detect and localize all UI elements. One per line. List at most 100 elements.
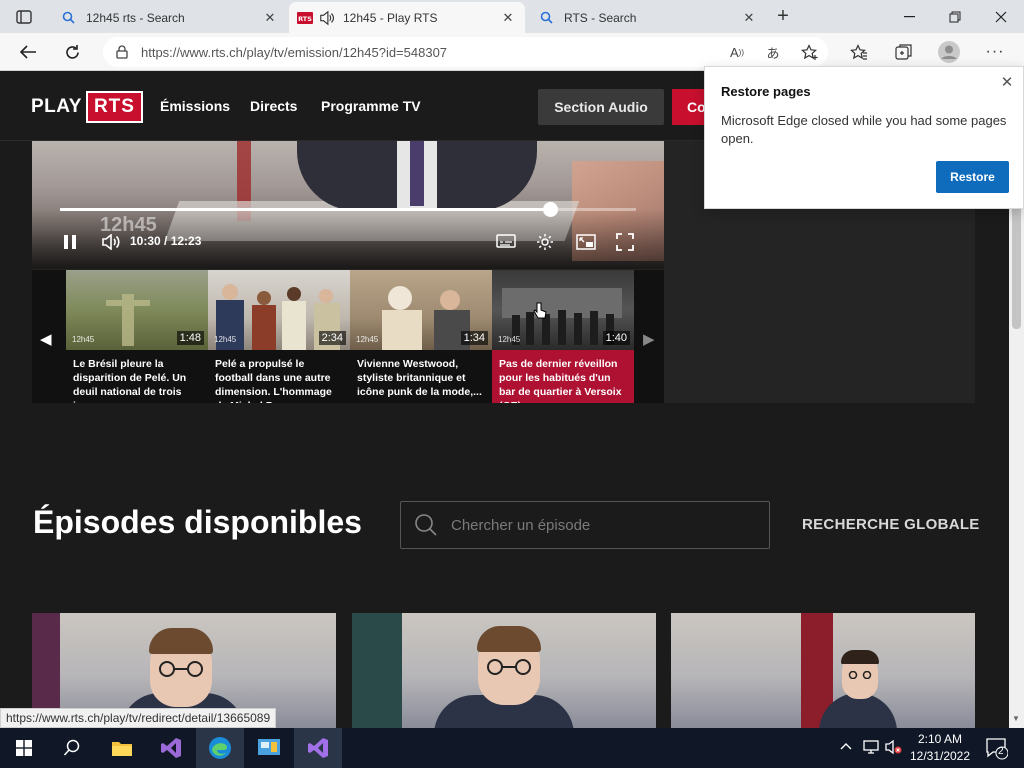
glasses-icon bbox=[848, 671, 872, 679]
nav-directs[interactable]: Directs bbox=[250, 98, 297, 114]
close-tab-icon[interactable]: ✕ bbox=[499, 10, 517, 26]
section-audio-button[interactable]: Section Audio bbox=[538, 89, 664, 125]
video-thumbnail: 12h45 2:34 bbox=[208, 270, 350, 350]
channel-badge-icon: 12h45 bbox=[356, 335, 379, 344]
duration-badge: 2:34 bbox=[318, 331, 346, 345]
file-explorer-icon[interactable] bbox=[98, 728, 146, 768]
popup-message: Microsoft Edge closed while you had some… bbox=[721, 113, 1007, 146]
global-search-link[interactable]: RECHERCHE GLOBALE bbox=[802, 516, 980, 533]
notification-count: 2 bbox=[998, 746, 1004, 757]
video-frame[interactable]: 12h45 bbox=[32, 141, 664, 269]
channel-badge-icon: 12h45 bbox=[214, 335, 237, 344]
carousel-card[interactable]: 12h45 1:34 Vivienne Westwood, styliste b… bbox=[350, 270, 492, 403]
restore-button[interactable]: Restore bbox=[936, 161, 1009, 193]
pause-icon[interactable] bbox=[62, 233, 78, 251]
search-icon bbox=[60, 10, 76, 26]
tab-actions-icon[interactable] bbox=[8, 5, 40, 29]
nav-programme-tv[interactable]: Programme TV bbox=[321, 98, 421, 114]
settings-more-icon[interactable]: ··· bbox=[983, 40, 1007, 64]
video-thumbnail: 12h45 1:48 bbox=[66, 270, 208, 350]
carousel-caption: Le Brésil pleure la disparition de Pelé.… bbox=[66, 350, 208, 403]
picture-in-picture-icon[interactable] bbox=[575, 233, 597, 251]
volume-icon[interactable] bbox=[100, 233, 122, 251]
logo-play-text: PLAY bbox=[31, 96, 82, 117]
tab-search-12h45[interactable]: 12h45 rts - Search ✕ bbox=[52, 2, 287, 33]
tab-play-rts[interactable]: RTS 12h45 - Play RTS ✕ bbox=[289, 2, 525, 33]
subtitles-icon[interactable] bbox=[495, 233, 517, 251]
lock-icon[interactable] bbox=[103, 45, 141, 59]
restore-pages-popup: Restore pages ✕ Microsoft Edge closed wh… bbox=[704, 66, 1024, 209]
tab-title: 12h45 - Play RTS bbox=[343, 10, 438, 25]
nav-emissions[interactable]: Émissions bbox=[160, 98, 230, 114]
glasses-icon bbox=[159, 661, 203, 677]
scroll-down-icon[interactable]: ▼ bbox=[1012, 714, 1020, 723]
refresh-icon[interactable] bbox=[58, 38, 86, 66]
read-aloud-icon[interactable]: A)) bbox=[725, 41, 749, 63]
restore-window-icon[interactable] bbox=[932, 0, 978, 33]
minimize-icon[interactable] bbox=[886, 0, 932, 33]
presenter-figure bbox=[841, 650, 879, 664]
playback-time: 10:30 / 12:23 bbox=[130, 234, 202, 248]
popup-title: Restore pages bbox=[721, 84, 811, 99]
progress-bar[interactable] bbox=[60, 202, 636, 217]
back-arrow-icon[interactable] bbox=[14, 38, 42, 66]
fullscreen-icon[interactable] bbox=[615, 233, 635, 251]
episodes-heading: Épisodes disponibles bbox=[33, 504, 362, 540]
episode-card[interactable] bbox=[352, 613, 656, 728]
episode-search-input[interactable]: Chercher un épisode bbox=[400, 501, 770, 549]
search-placeholder: Chercher un épisode bbox=[451, 516, 591, 534]
episode-card[interactable] bbox=[671, 613, 975, 728]
hand-cursor-icon bbox=[533, 302, 547, 325]
logo-rts-text: RTS bbox=[85, 91, 143, 123]
control-panel-icon[interactable] bbox=[245, 728, 293, 768]
search-icon bbox=[538, 10, 554, 26]
video-thumbnail: 12h45 1:40 bbox=[492, 270, 634, 350]
carousel-prev-icon[interactable]: ◀ bbox=[40, 330, 52, 348]
network-icon[interactable] bbox=[862, 739, 880, 758]
channel-badge-icon: 12h45 bbox=[498, 335, 521, 344]
tab-rts-search[interactable]: RTS - Search ✕ bbox=[530, 2, 766, 33]
collections-icon[interactable] bbox=[892, 40, 916, 64]
address-bar[interactable]: https://www.rts.ch/play/tv/emission/12h4… bbox=[103, 37, 828, 67]
new-tab-plus-icon[interactable]: + bbox=[770, 4, 796, 28]
video-thumbnail: 12h45 1:34 bbox=[350, 270, 492, 350]
notifications-icon[interactable]: 2 bbox=[984, 736, 1009, 760]
carousel-card-active[interactable]: 12h45 1:40 Pas de dernier réveillon pour… bbox=[492, 270, 634, 403]
carousel-next-icon[interactable]: ▶ bbox=[643, 330, 655, 348]
play-rts-logo[interactable]: PLAY RTS bbox=[31, 91, 143, 123]
glasses-icon bbox=[487, 659, 531, 675]
address-url: https://www.rts.ch/play/tv/emission/12h4… bbox=[141, 44, 448, 60]
duration-badge: 1:48 bbox=[176, 331, 204, 345]
favorites-icon[interactable] bbox=[847, 40, 871, 64]
close-tab-icon[interactable]: ✕ bbox=[740, 10, 758, 26]
show-hidden-icons-icon[interactable] bbox=[840, 739, 852, 753]
clock-date: 12/31/2022 bbox=[909, 749, 971, 763]
search-icon bbox=[401, 513, 451, 537]
close-tab-icon[interactable]: ✕ bbox=[261, 10, 279, 26]
link-status-url: https://www.rts.ch/play/tv/redirect/deta… bbox=[0, 708, 277, 728]
visual-studio-icon[interactable] bbox=[147, 728, 195, 768]
add-favorite-icon[interactable] bbox=[798, 41, 822, 63]
svg-text:RTS: RTS bbox=[298, 15, 312, 23]
close-window-icon[interactable] bbox=[978, 0, 1024, 33]
audio-playing-icon[interactable] bbox=[319, 10, 335, 26]
duration-badge: 1:40 bbox=[602, 331, 630, 345]
volume-muted-icon[interactable] bbox=[884, 739, 902, 758]
tab-title: RTS - Search bbox=[564, 10, 637, 25]
edge-browser-icon[interactable] bbox=[196, 728, 244, 768]
system-clock[interactable]: 2:10 AM 12/31/2022 bbox=[905, 731, 975, 765]
rts-favicon-icon: RTS bbox=[297, 10, 313, 26]
progress-knob[interactable] bbox=[542, 202, 558, 217]
settings-gear-icon[interactable] bbox=[535, 233, 555, 251]
close-icon[interactable]: ✕ bbox=[999, 73, 1015, 91]
translate-icon[interactable]: あ bbox=[761, 41, 785, 63]
profile-avatar-icon[interactable] bbox=[937, 40, 961, 64]
video-presenter bbox=[410, 141, 424, 206]
search-icon[interactable] bbox=[48, 728, 96, 768]
carousel-card[interactable]: 12h45 1:48 Le Brésil pleure la dispariti… bbox=[66, 270, 208, 403]
windows-taskbar: 2:10 AM 12/31/2022 2 bbox=[0, 728, 1024, 768]
visual-studio-code-icon[interactable] bbox=[294, 728, 342, 768]
windows-start-icon[interactable] bbox=[0, 728, 48, 768]
carousel-card[interactable]: 12h45 2:34 Pelé a propulsé le football d… bbox=[208, 270, 350, 403]
carousel-caption: Pas de dernier réveillon pour les habitu… bbox=[492, 350, 634, 403]
